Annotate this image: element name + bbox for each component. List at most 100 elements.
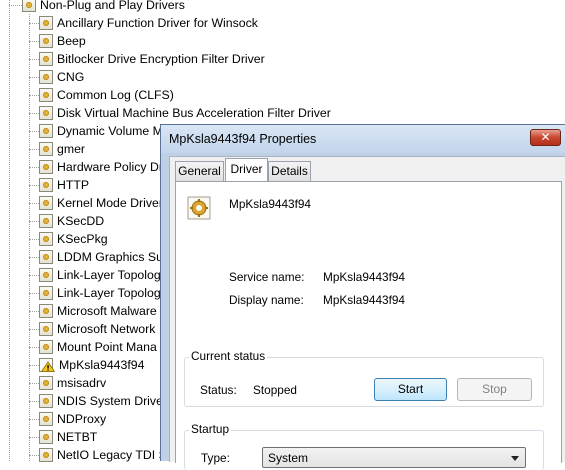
tab-details[interactable]: Details [268,161,311,181]
tree-item-label: Kernel Mode Driver [57,196,163,210]
tree-item-driver[interactable]: gmer [39,140,85,158]
device-icon [39,322,53,336]
service-display-name: MpKsla9443f94 [229,197,311,211]
tree-item-driver[interactable]: Disk Virtual Machine Bus Acceleration Fi… [39,104,331,122]
tree-item-connector [29,113,39,114]
start-button[interactable]: Start [374,378,447,401]
tree-item-driver[interactable]: CNG [39,68,84,86]
display-name-label: Display name: [229,293,304,307]
tree-item-label: KSecDD [57,214,105,228]
tree-item-label: KSecPkg [57,232,108,246]
tree-item-driver[interactable]: Kernel Mode Driver [39,194,163,212]
tree-item-connector [29,329,39,330]
tree-item-connector [29,311,39,312]
tree-item-driver[interactable]: HTTP [39,176,89,194]
tree-item-connector [29,365,39,366]
tree-item-connector [29,167,39,168]
tree-item-connector [29,257,39,258]
service-name-value: MpKsla9443f94 [323,270,405,284]
tree-item-label: Dynamic Volume M [57,124,163,138]
tree-item-driver[interactable]: Hardware Policy Dr [39,158,163,176]
device-icon [39,268,53,282]
tree-item-connector [29,419,39,420]
tab-driver-label: Driver [230,162,263,176]
tree-item-connector [29,185,39,186]
device-category-icon [22,0,36,12]
device-icon [39,250,53,264]
device-icon [39,286,53,300]
tree-item-driver[interactable]: Beep [39,32,86,50]
tree-category-non-pnp[interactable]: Non-Plug and Play Drivers [22,0,185,14]
device-icon [39,70,53,84]
tree-item-driver[interactable]: LDDM Graphics Sul [39,248,166,266]
tree-item-driver[interactable]: Link-Layer Topolog [39,284,161,302]
tree-item-label: CNG [57,70,85,84]
tree-item-label: msisadrv [57,376,107,390]
tree-item-connector [29,59,39,60]
tree-item-driver[interactable]: Microsoft Network [39,320,155,338]
tree-item-connector [29,293,39,294]
tree-item-label: Ancillary Function Driver for Winsock [57,16,258,30]
tree-category-label: Non-Plug and Play Drivers [40,0,185,12]
tab-general[interactable]: General [175,161,224,181]
tree-item-driver[interactable]: Ancillary Function Driver for Winsock [39,14,258,32]
tree-item-label: Disk Virtual Machine Bus Acceleration Fi… [57,106,331,120]
tree-item-label: NDIS System Driver [57,394,167,408]
startup-type-value: System [268,451,309,465]
device-icon [39,106,53,120]
tree-item-driver[interactable]: NDIS System Driver [39,392,167,410]
device-icon [39,178,53,192]
tree-item-driver[interactable]: Link-Layer Topolog [39,266,161,284]
tree-item-driver[interactable]: KSecPkg [39,230,108,248]
startup-type-dropdown[interactable]: System [262,447,526,468]
tree-item-connector [29,23,39,24]
tree-item-driver[interactable]: Common Log (CLFS) [39,86,174,104]
device-icon [39,448,53,462]
tree-item-driver[interactable]: msisadrv [39,374,106,392]
stop-button-label: Stop [482,382,507,396]
driver-tab-panel: MpKsla9443f94 Service name: MpKsla9443f9… [175,181,562,470]
tree-item-driver[interactable]: Dynamic Volume M [39,122,163,140]
tree-item-connector [29,401,39,402]
tree-children-connector [29,14,30,461]
tree-item-label: gmer [57,142,86,156]
tree-item-connector [29,455,39,456]
tree-item-driver[interactable]: Bitlocker Drive Encryption Filter Driver [39,50,265,68]
tree-item-connector [29,221,39,222]
tree-item-label: Common Log (CLFS) [57,88,174,102]
device-icon [39,34,53,48]
close-button[interactable]: ✕ [530,129,561,146]
tree-item-driver[interactable]: Mount Point Mana [39,338,157,356]
tree-item-connector [29,437,39,438]
tab-driver[interactable]: Driver [225,158,268,181]
tree-item-driver[interactable]: MpKsla9443f94 [39,356,144,374]
device-icon [39,412,53,426]
service-gear-icon [187,196,211,220]
tab-details-label: Details [271,164,308,178]
status-label: Status: [200,383,237,397]
properties-dialog: MpKsla9443f94 Properties ✕ General Drive… [160,124,565,470]
device-icon [39,430,53,444]
tree-item-label: MpKsla9443f94 [59,358,145,372]
tree-item-connector [29,275,39,276]
tree-item-connector [29,383,39,384]
tree-item-connector [29,41,39,42]
tree-item-driver[interactable]: NetIO Legacy TDI S [39,446,167,464]
device-icon [39,196,53,210]
tree-item-driver[interactable]: KSecDD [39,212,104,230]
device-icon [39,394,53,408]
tree-item-driver[interactable]: NDProxy [39,410,106,428]
device-icon [39,376,53,390]
tree-item-driver[interactable]: NETBT [39,428,97,446]
device-icon [39,304,53,318]
chevron-down-icon [511,456,519,461]
tree-item-connector [29,149,39,150]
tree-item-label: Mount Point Mana [57,340,157,354]
device-icon [39,232,53,246]
startup-type-label: Type: [201,451,230,465]
start-button-label: Start [397,382,424,396]
dialog-title-bar[interactable]: MpKsla9443f94 Properties ✕ [161,125,565,153]
tree-item-connector [29,77,39,78]
tree-item-driver[interactable]: Microsoft Malware [39,302,157,320]
stop-button[interactable]: Stop [457,378,532,401]
